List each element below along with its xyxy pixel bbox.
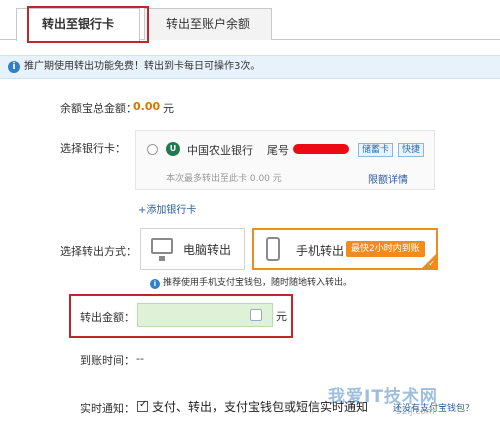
bank-select-label: 选择银行卡： bbox=[60, 142, 126, 155]
amount-unit: 元 bbox=[276, 310, 287, 323]
watermark-sub: 52ij.com bbox=[396, 407, 435, 417]
arrival-time-label: 到账时间： bbox=[80, 354, 135, 367]
balance-label: 余额宝总金额： bbox=[60, 102, 137, 115]
add-bank-card-link[interactable]: +添加银行卡 bbox=[138, 201, 196, 216]
fastest-arrival-tag: 最快2小时内到账 bbox=[346, 241, 425, 257]
input-helper-icon[interactable] bbox=[250, 309, 262, 321]
mobile-tip-text: 推荐使用手机支付宝钱包，随时随地转入转出。 bbox=[163, 278, 353, 288]
debit-card-badge: 储蓄卡 bbox=[358, 143, 394, 157]
phone-icon bbox=[266, 237, 280, 261]
method-option-mobile[interactable]: 手机转出 最快2小时内到账 ✓ bbox=[252, 228, 438, 270]
card-number-redaction bbox=[293, 144, 349, 154]
limit-details-link[interactable]: 限额详情 bbox=[368, 171, 408, 186]
amount-label: 转出金额： bbox=[80, 311, 135, 324]
check-icon: ✓ bbox=[428, 259, 435, 268]
watermark: 我爱IT技术网 bbox=[328, 387, 438, 407]
computer-icon bbox=[151, 238, 173, 261]
info-icon: i bbox=[150, 279, 160, 289]
info-icon: i bbox=[8, 61, 20, 73]
method-option-label: 手机转出 bbox=[296, 244, 345, 258]
balance-unit: 元 bbox=[163, 102, 174, 115]
balance-value: 0.00 bbox=[133, 100, 161, 113]
notice-text: 推广期使用转出功能免费！转出到卡每日可操作3次。 bbox=[24, 61, 261, 72]
method-label: 选择转出方式： bbox=[60, 245, 137, 258]
notify-label: 实时通知： bbox=[80, 402, 135, 415]
tab-transfer-to-account-balance[interactable]: 转出至账户余额 bbox=[144, 8, 272, 40]
card-tail-label: 尾号 bbox=[267, 144, 289, 157]
highlight-box-tab bbox=[27, 6, 149, 43]
bank-card-radio[interactable] bbox=[147, 144, 158, 155]
abc-bank-logo-icon: U bbox=[166, 142, 180, 156]
notify-checkbox[interactable] bbox=[137, 399, 148, 412]
method-option-label: 电脑转出 bbox=[183, 243, 232, 257]
method-option-computer[interactable]: 电脑转出 bbox=[140, 228, 245, 270]
bank-card-panel: U 中国农业银行 尾号 储蓄卡 快捷 本次最多转出至此卡 0.00 元 限额详情 bbox=[135, 130, 435, 190]
arrival-time-value: -- bbox=[136, 352, 144, 365]
promo-notice: i 推广期使用转出功能免费！转出到卡每日可操作3次。 bbox=[0, 55, 500, 79]
bank-name: 中国农业银行 bbox=[187, 144, 253, 157]
mobile-tip: i 推荐使用手机支付宝钱包，随时随地转入转出。 bbox=[150, 275, 352, 289]
quick-pay-badge: 快捷 bbox=[398, 143, 425, 157]
transfer-limit-text: 本次最多转出至此卡 0.00 元 bbox=[166, 174, 282, 184]
